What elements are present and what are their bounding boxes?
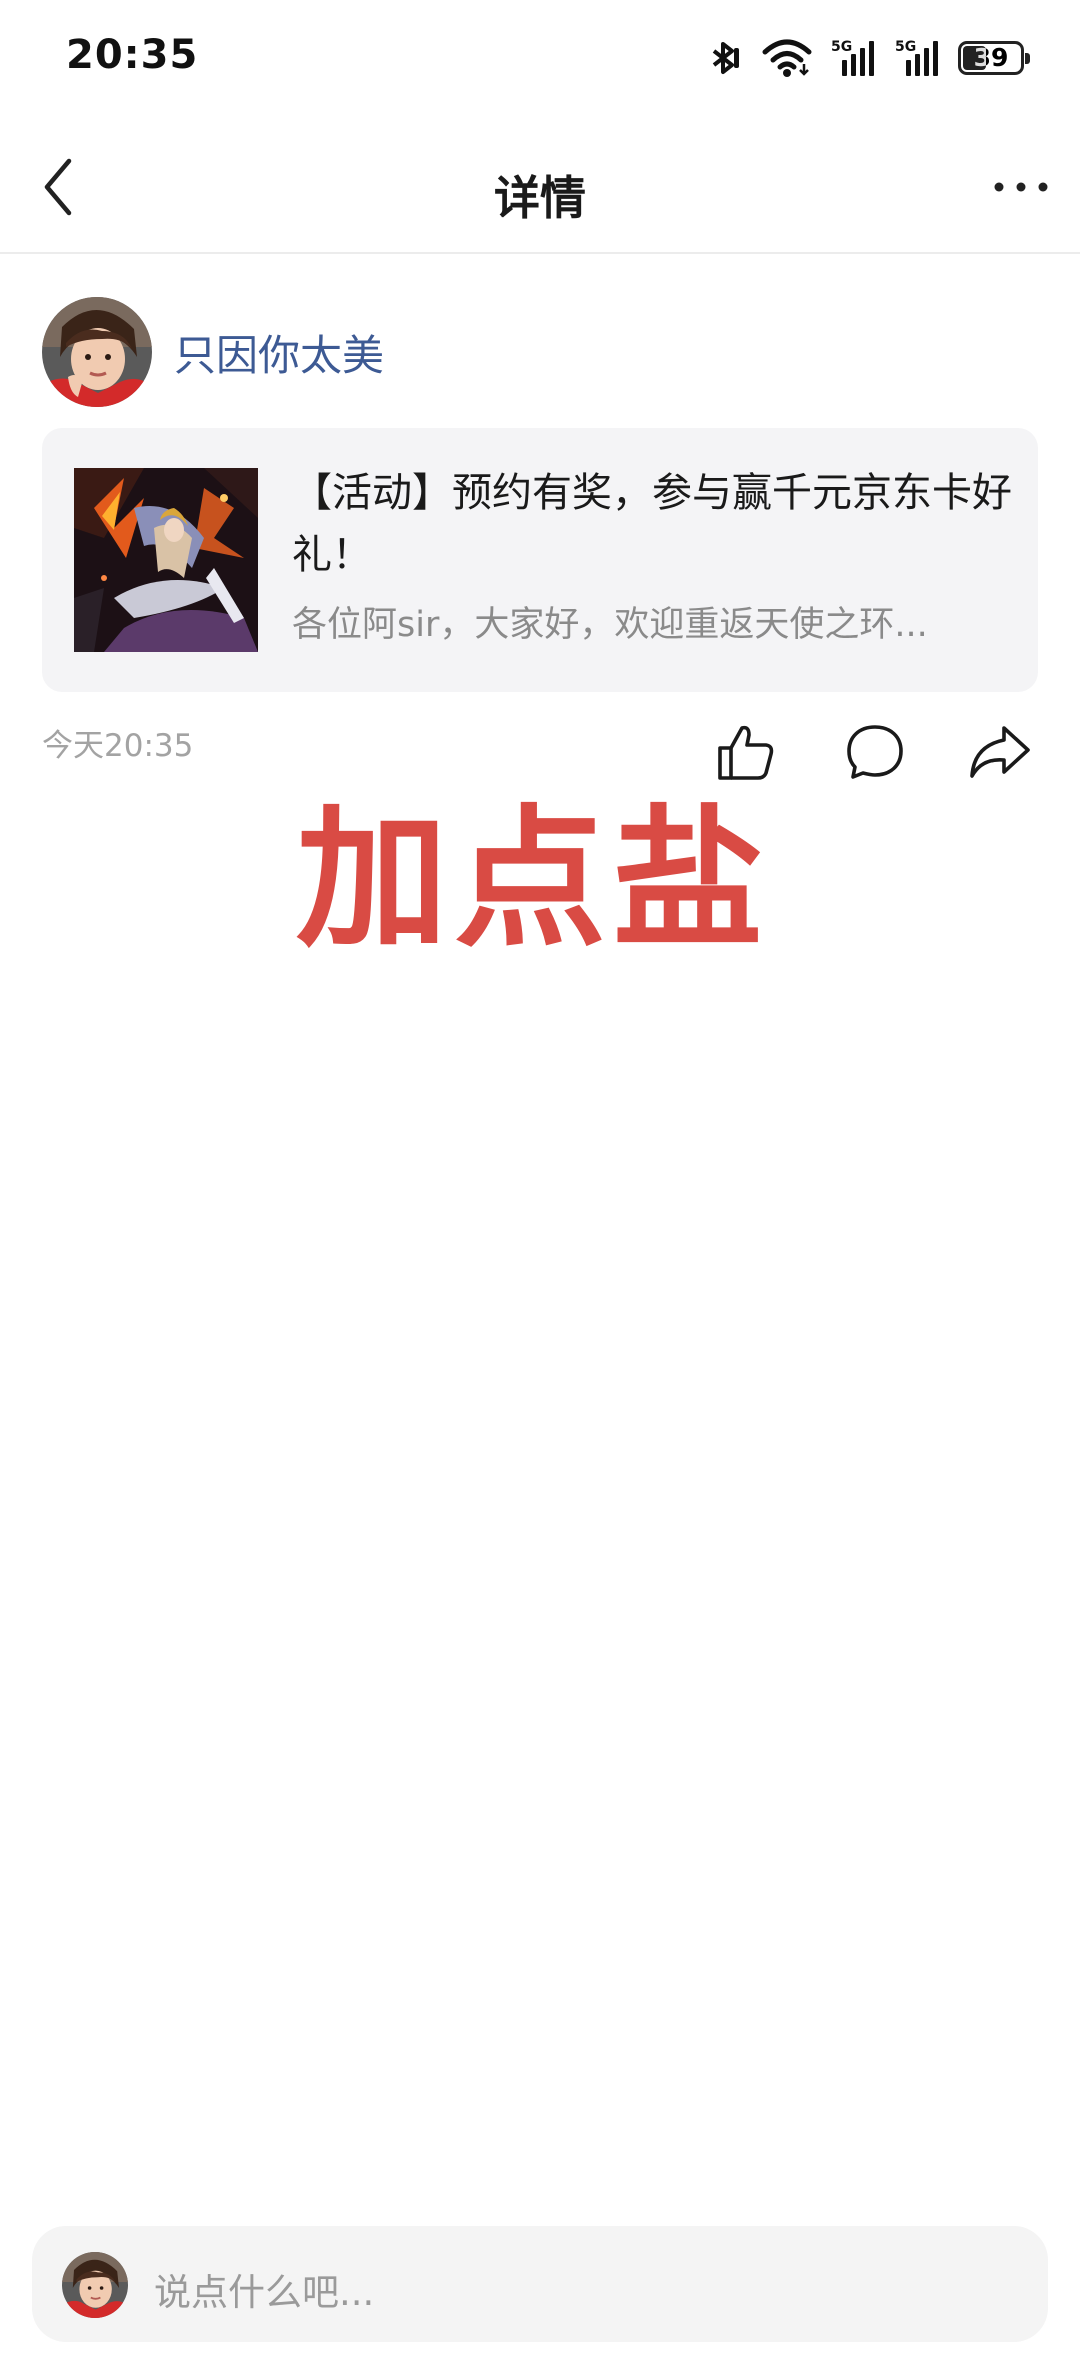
signal-5g-icon: 5G — [830, 38, 876, 78]
svg-text:5G: 5G — [895, 39, 916, 55]
comment-input[interactable]: 说点什么吧... — [154, 2262, 374, 2316]
signal-5g-icon: 5G — [894, 38, 940, 78]
card-title: 【活动】预约有奖，参与赢千元京东卡好礼！ — [292, 470, 1012, 578]
card-thumbnail — [74, 468, 258, 652]
avatar[interactable] — [42, 297, 152, 407]
battery-icon: 39 — [958, 41, 1030, 75]
battery-cap — [1025, 53, 1030, 64]
post-detail-screen: 20:35 5G 5G 39 详情 只因你太美 【活动】预约有奖，参与赢千元京东… — [0, 0, 1080, 2376]
status-time: 20:35 — [66, 32, 199, 78]
avatar — [62, 2252, 128, 2318]
page-title: 详情 — [494, 171, 586, 225]
comment-input-bar[interactable]: 说点什么吧... — [32, 2226, 1048, 2342]
author-name[interactable]: 只因你太美 — [174, 322, 384, 383]
post-text: 加点盐 — [296, 791, 770, 968]
card-summary: 各位阿sir，大家好，欢迎重返天使之环... — [292, 605, 928, 645]
share-icon — [970, 726, 1030, 778]
bluetooth-icon — [704, 38, 744, 78]
link-card[interactable]: 【活动】预约有奖，参与赢千元京东卡好礼！ 各位阿sir，大家好，欢迎重返天使之环… — [42, 428, 1038, 692]
svg-text:5G: 5G — [831, 39, 852, 55]
thumbs-up-icon — [718, 725, 774, 780]
more-horizontal-icon — [994, 182, 1048, 192]
author-row[interactable]: 只因你太美 — [42, 296, 384, 408]
post-time: 今天20:35 — [42, 728, 194, 764]
comment-icon — [847, 725, 903, 779]
nav-bar: 详情 — [0, 118, 1080, 254]
status-icons: 5G 5G 39 — [704, 36, 1030, 80]
more-button[interactable] — [986, 152, 1056, 222]
wifi-icon — [762, 38, 812, 78]
status-bar: 20:35 5G 5G 39 — [0, 0, 1080, 118]
battery-level: 39 — [973, 43, 1009, 72]
